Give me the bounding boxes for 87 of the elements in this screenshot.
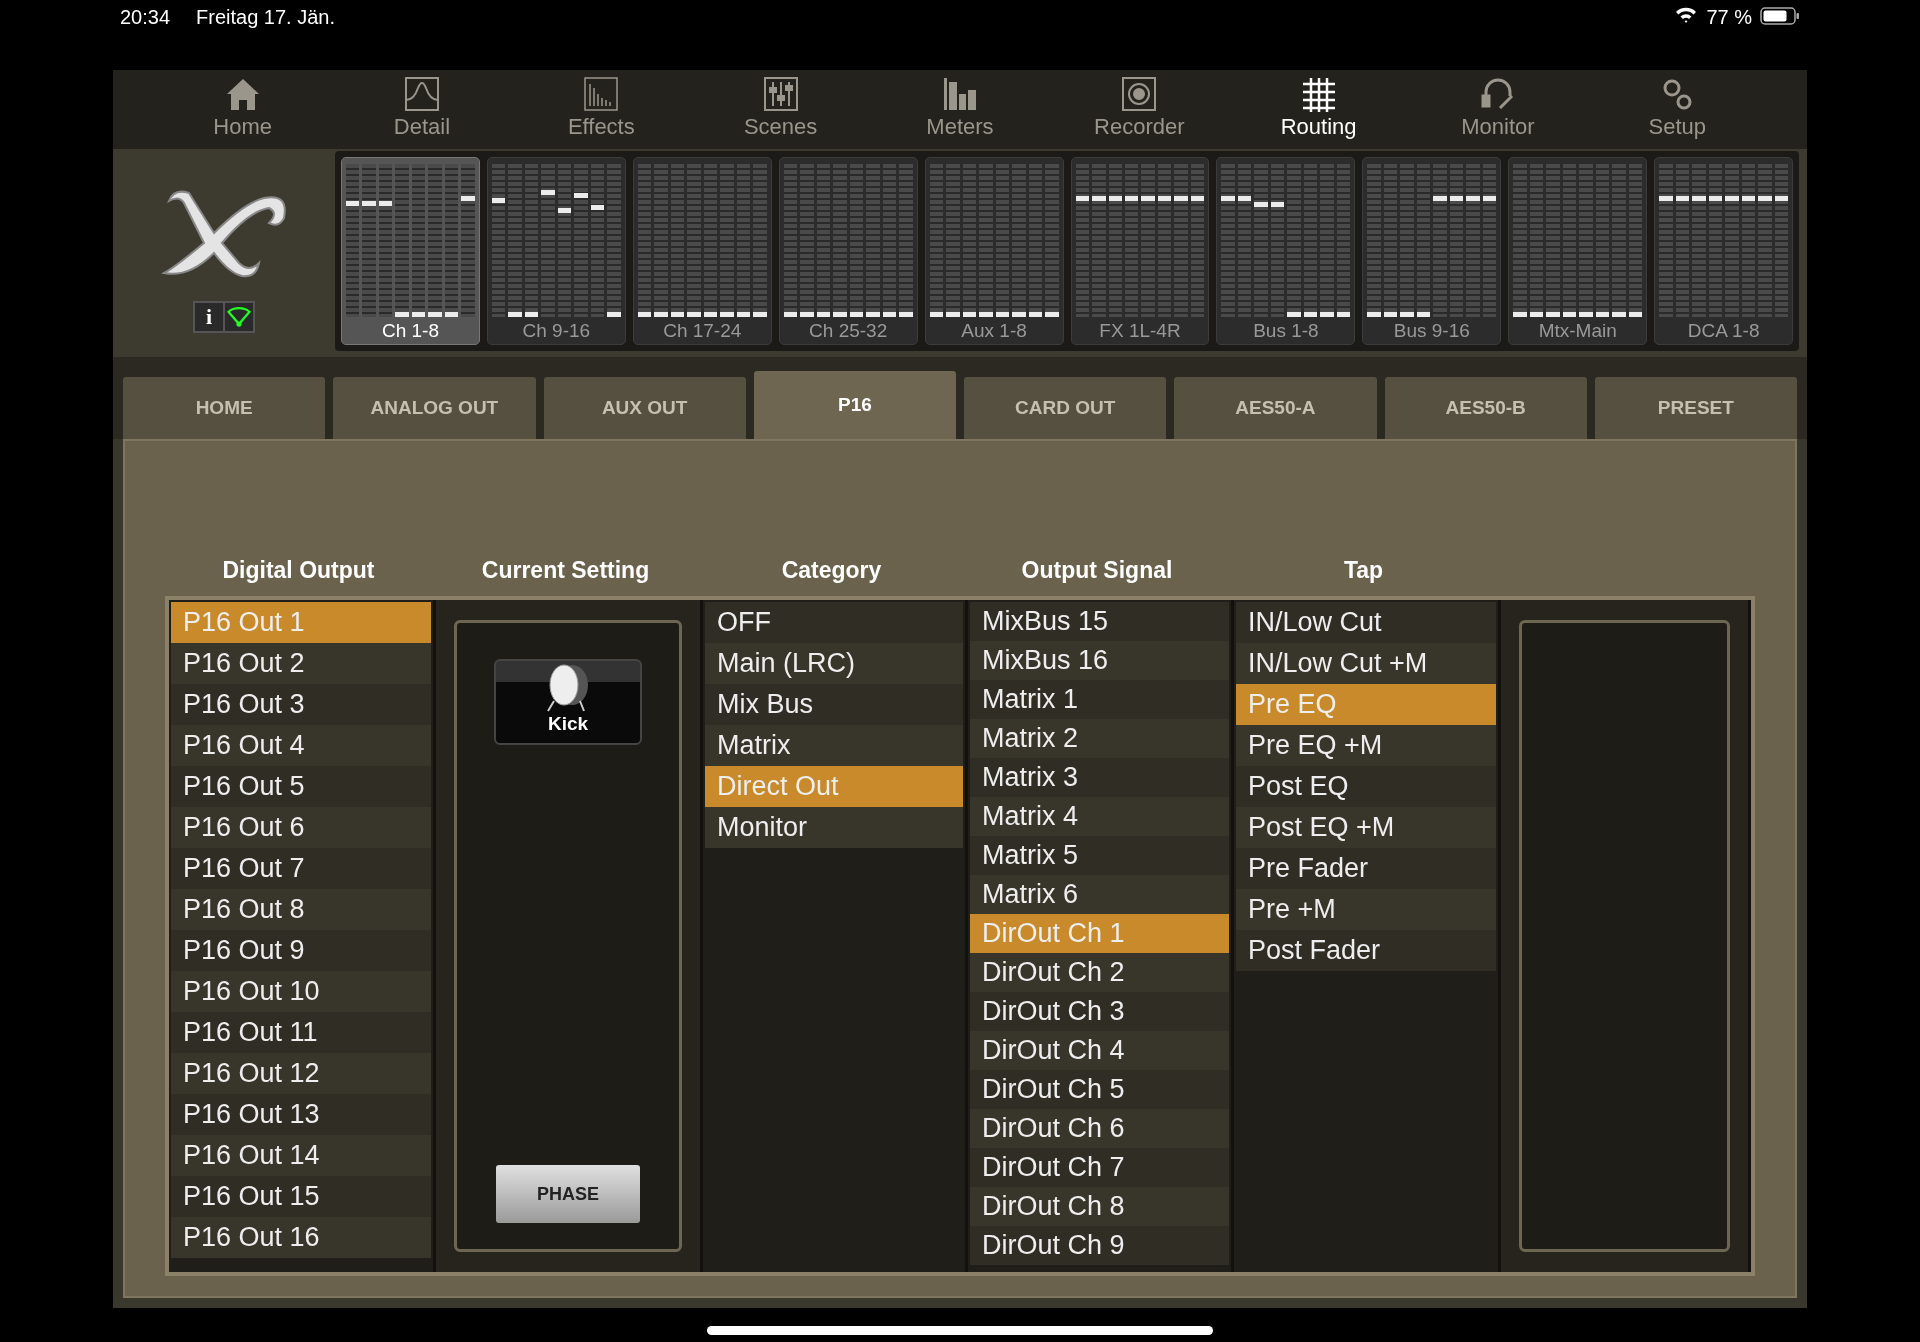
list-item[interactable]: Matrix 2 [970,719,1229,758]
nav-tab[interactable]: Monitor [1422,70,1573,149]
list-item[interactable]: OFF [705,602,963,643]
list-item[interactable]: Pre +M [1236,889,1496,930]
list-item[interactable]: IN/Low Cut +M [1236,643,1496,684]
phase-button[interactable]: PHASE [496,1165,640,1223]
list-item[interactable]: DirOut Ch 2 [970,953,1229,992]
list-item[interactable]: P16 Out 12 [171,1053,431,1094]
nav-tab[interactable]: Setup [1602,70,1753,149]
list-item[interactable]: Mix Bus [705,684,963,725]
graph-icon [402,74,442,114]
fader-bank[interactable]: DCA 1-8 [1654,156,1794,345]
section-tab[interactable]: PRESET [1594,377,1797,439]
list-item[interactable]: DirOut Ch 6 [970,1109,1229,1148]
nav-tab[interactable]: Home [167,70,318,149]
fader-bank[interactable]: Ch 9-16 [486,156,626,345]
fader-bank[interactable]: Ch 25-32 [778,156,918,345]
info-button[interactable]: i [195,302,223,331]
list-item[interactable]: P16 Out 16 [171,1217,431,1258]
section-tab[interactable]: HOME [123,377,326,439]
list-item[interactable]: P16 Out 3 [171,684,431,725]
fader-bank[interactable]: Aux 1-8 [924,156,1064,345]
list-item[interactable]: Matrix 6 [970,875,1229,914]
fader-bank[interactable]: Mtx-Main [1508,156,1648,345]
connection-icon [225,302,253,331]
list-item[interactable]: P16 Out 15 [171,1176,431,1217]
list-item[interactable]: P16 Out 5 [171,766,431,807]
nav-tab[interactable]: Effects [526,70,677,149]
wifi-icon [1674,6,1699,24]
list-item[interactable]: Matrix [705,725,963,766]
list-item[interactable]: P16 Out 2 [171,643,431,684]
list-item[interactable]: P16 Out 7 [171,848,431,889]
channel-button[interactable]: Kick [494,659,642,745]
battery-percent: 77 % [1706,6,1752,29]
list-item[interactable]: Pre Fader [1236,848,1496,889]
list-item[interactable]: DirOut Ch 3 [970,992,1229,1031]
section-tab[interactable]: AES50-A [1174,377,1377,439]
list-item[interactable]: Post EQ [1236,766,1496,807]
list-item[interactable]: Monitor [705,807,963,848]
list-item[interactable]: DirOut Ch 8 [970,1187,1229,1226]
list-item[interactable]: MixBus 16 [970,641,1229,680]
list-item[interactable]: DirOut Ch 5 [970,1070,1229,1109]
list-item[interactable]: DirOut Ch 4 [970,1031,1229,1070]
list-item[interactable]: MixBus 15 [970,602,1229,641]
list-item[interactable]: P16 Out 9 [171,930,431,971]
fader-bank[interactable]: Ch 17-24 [632,156,772,345]
list-item[interactable]: P16 Out 6 [171,807,431,848]
list-item[interactable]: Matrix 5 [970,836,1229,875]
nav-tab[interactable]: Routing [1243,70,1394,149]
date-text: Freitag 17. Jän. [196,6,336,29]
list-item[interactable]: Matrix 4 [970,797,1229,836]
nav-tab[interactable]: Scenes [705,70,856,149]
list-item[interactable]: P16 Out 13 [171,1094,431,1135]
list-item[interactable]: P16 Out 8 [171,889,431,930]
fader-bank[interactable]: Bus 1-8 [1216,156,1356,345]
battery-icon [1760,6,1800,26]
section-tab[interactable]: P16 [753,371,956,439]
section-tab[interactable]: AUX OUT [543,377,746,439]
list-item[interactable]: Pre EQ +M [1236,725,1496,766]
list-item[interactable]: Matrix 3 [970,758,1229,797]
column-header: Digital Output [221,557,376,584]
nav-tab[interactable]: Detail [347,70,497,149]
list-item[interactable]: P16 Out 14 [171,1135,431,1176]
fader-bank[interactable]: Bus 9-16 [1362,156,1502,345]
nav-tab[interactable]: Meters [884,70,1035,149]
column-header: Current Setting [480,557,651,584]
section-tab[interactable]: CARD OUT [964,377,1167,439]
fader-bank[interactable]: FX 1L-4R [1070,156,1210,345]
list-item[interactable]: Matrix 1 [970,680,1229,719]
fader-bank[interactable]: Ch 1-8 [341,156,480,345]
column-header: Tap [1342,557,1385,584]
nav-tab[interactable]: Recorder [1064,70,1215,149]
column-header: Output Signal [1020,557,1174,584]
list-item[interactable]: P16 Out 4 [171,725,431,766]
list-item[interactable]: Post Fader [1236,930,1496,971]
list-item[interactable]: Post EQ +M [1236,807,1496,848]
list-item[interactable]: DirOut Ch 7 [970,1148,1229,1187]
list-item[interactable]: DirOut Ch 9 [970,1226,1229,1265]
list-item[interactable]: Main (LRC) [705,643,963,684]
section-tab[interactable]: ANALOG OUT [333,377,536,439]
home-indicator[interactable] [707,1326,1213,1335]
list-item[interactable]: P16 Out 10 [171,971,431,1012]
list-item[interactable]: P16 Out 11 [171,1012,431,1053]
column-header: Category [780,557,883,584]
section-tab[interactable]: AES50-B [1384,377,1587,439]
list-item[interactable]: IN/Low Cut [1236,602,1496,643]
clock-time: 20:34 [120,6,171,29]
